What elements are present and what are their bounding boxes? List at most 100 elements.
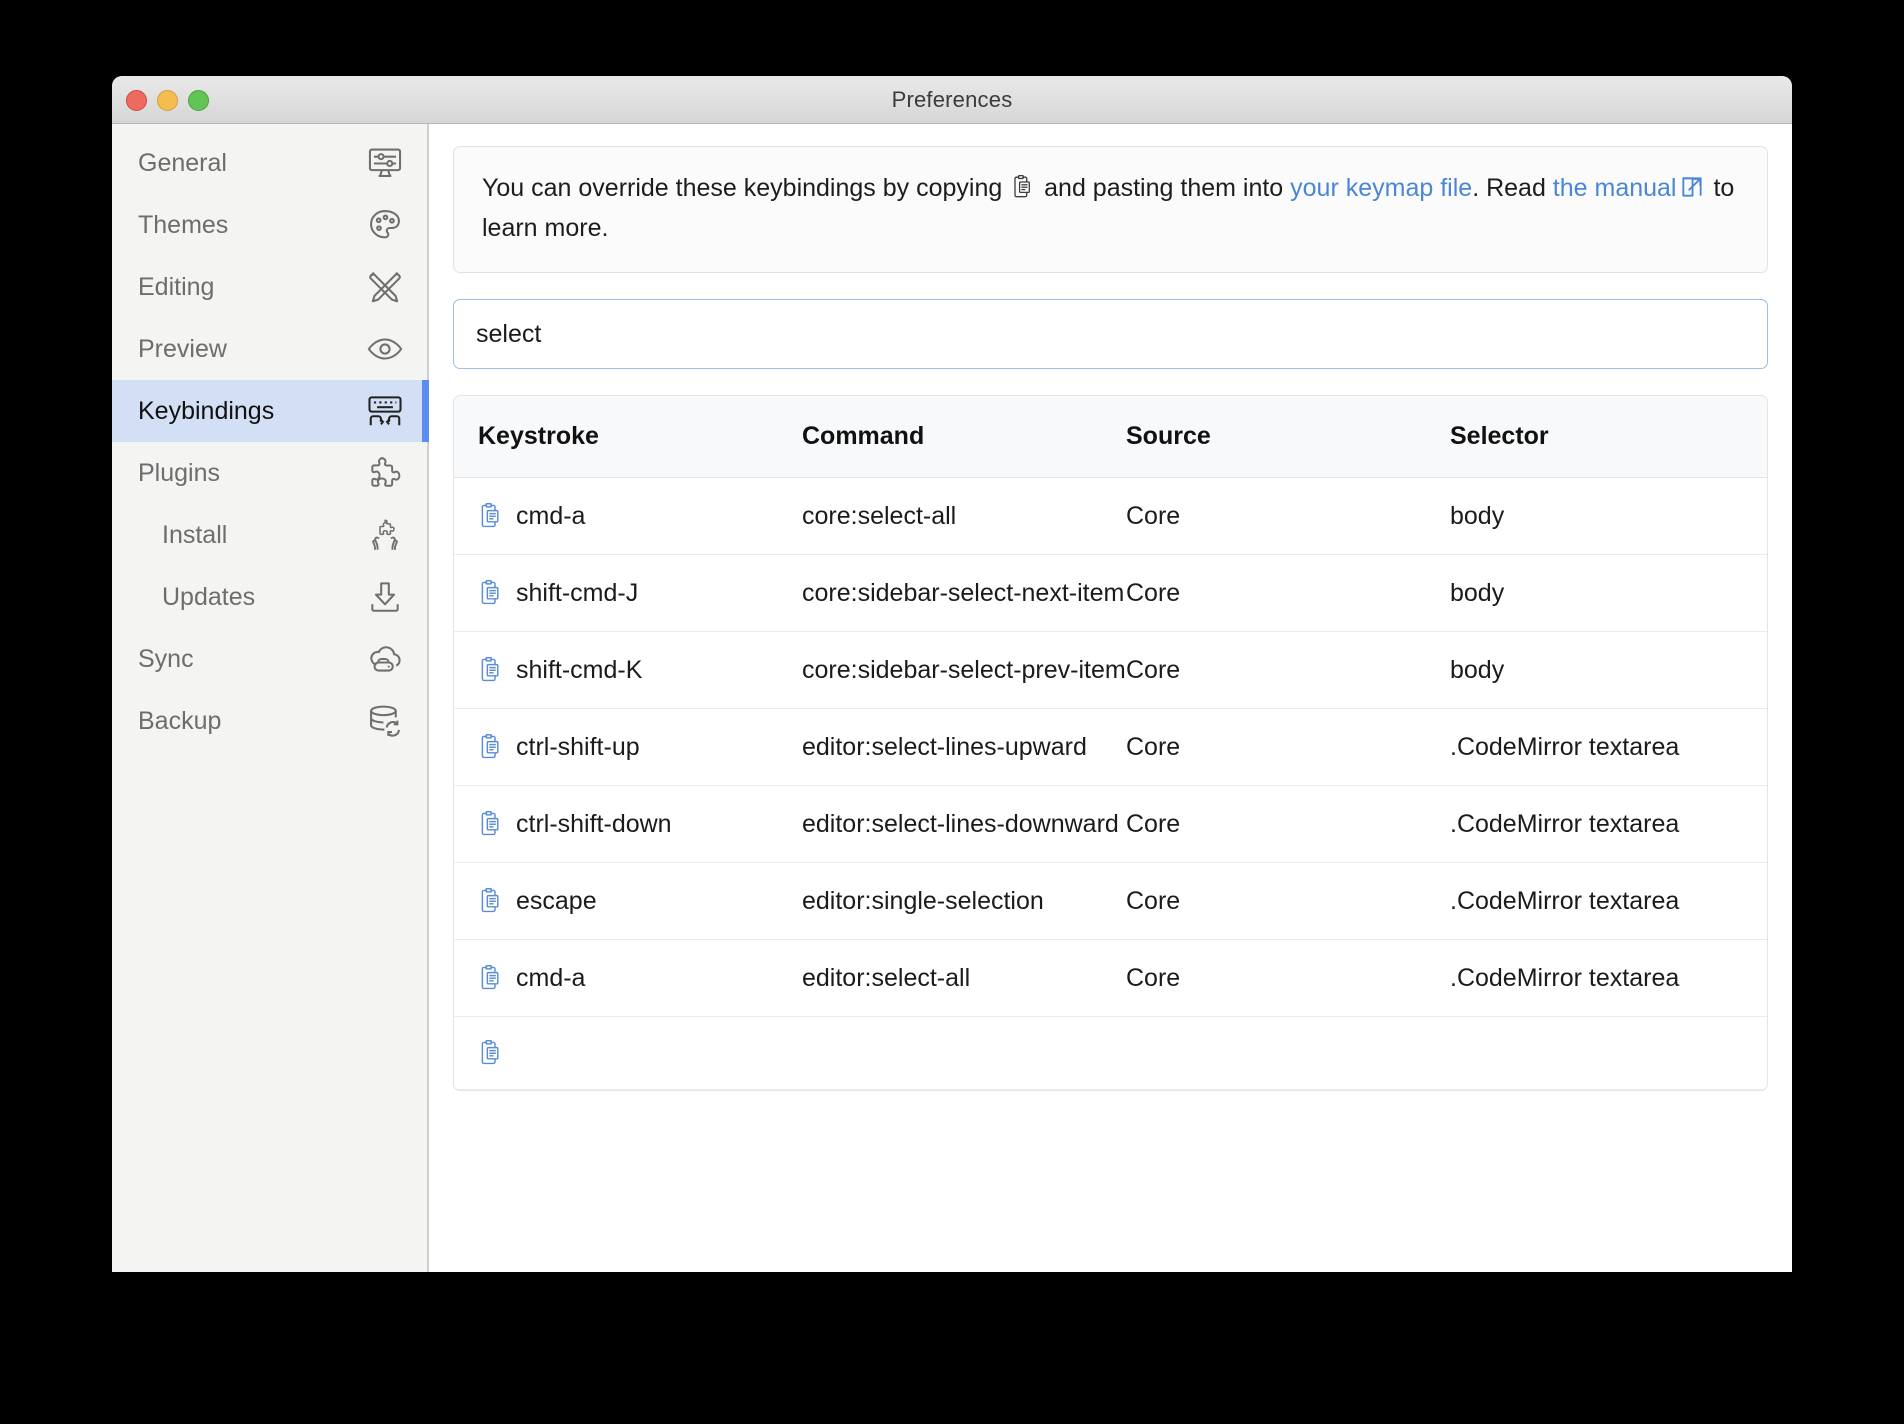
cell-command: editor:select-lines-upward: [802, 709, 1126, 786]
column-header-source[interactable]: Source: [1126, 396, 1450, 478]
database-refresh-icon: [365, 701, 405, 741]
sidebar-item-label: Keybindings: [138, 397, 274, 426]
keybindings-table-body: cmd-acore:select-allCorebodyshift-cmd-Jc…: [454, 478, 1767, 1090]
puzzle-hands-icon: [365, 515, 405, 555]
column-header-selector[interactable]: Selector: [1450, 396, 1767, 478]
eye-icon: [365, 329, 405, 369]
sidebar-item-updates[interactable]: Updates: [112, 566, 427, 628]
cell-selector: body: [1450, 555, 1767, 632]
sidebar-item-plugins[interactable]: Plugins: [112, 442, 427, 504]
keybindings-table-container: Keystroke Command Source Selector cmd-ac…: [453, 395, 1768, 1091]
preferences-sidebar: General Themes: [112, 124, 429, 1272]
keystroke-label: cmd-a: [516, 500, 585, 532]
cell-selector: .CodeMirror textarea: [1450, 940, 1767, 1017]
sidebar-item-label: Editing: [138, 273, 214, 302]
search-row: [453, 299, 1768, 369]
cell-command: core:select-all: [802, 478, 1126, 555]
monitor-sliders-icon: [365, 143, 405, 183]
cell-keystroke: [454, 1017, 802, 1090]
table-row[interactable]: [454, 1017, 1767, 1090]
manual-link[interactable]: the manual: [1553, 174, 1677, 202]
keystroke-label: ctrl-shift-down: [516, 808, 672, 840]
crossed-pens-icon: [365, 267, 405, 307]
keystroke-label: shift-cmd-J: [516, 577, 638, 609]
clipboard-copy-icon[interactable]: [478, 579, 504, 607]
table-header-row: Keystroke Command Source Selector: [454, 396, 1767, 478]
sidebar-item-sync[interactable]: Sync: [112, 628, 427, 690]
clipboard-copy-icon[interactable]: [478, 656, 504, 684]
column-header-command[interactable]: Command: [802, 396, 1126, 478]
keyboard-icon: [365, 391, 405, 431]
cell-source: Core: [1126, 555, 1450, 632]
sidebar-item-preview[interactable]: Preview: [112, 318, 427, 380]
clipboard-copy-icon[interactable]: [478, 502, 504, 530]
keystroke-label: ctrl-shift-up: [516, 731, 640, 763]
window-title: Preferences: [112, 76, 1792, 123]
cell-source: Core: [1126, 863, 1450, 940]
cell-selector: .CodeMirror textarea: [1450, 863, 1767, 940]
column-header-keystroke[interactable]: Keystroke: [454, 396, 802, 478]
external-link-icon[interactable]: [1679, 174, 1705, 211]
cell-keystroke: cmd-a: [454, 940, 802, 1017]
clipboard-copy-icon[interactable]: [478, 810, 504, 838]
cell-keystroke: shift-cmd-J: [454, 555, 802, 632]
keymap-file-link[interactable]: your keymap file: [1290, 174, 1472, 202]
cell-source: Core: [1126, 709, 1450, 786]
search-input[interactable]: [453, 299, 1768, 369]
cell-keystroke: ctrl-shift-up: [454, 709, 802, 786]
override-info-banner: You can override these keybindings by co…: [453, 146, 1768, 273]
sidebar-item-keybindings[interactable]: Keybindings: [112, 380, 427, 442]
table-row[interactable]: ctrl-shift-up editor:select-lines-upwardC…: [454, 709, 1767, 786]
table-row[interactable]: cmd-acore:select-allCorebody: [454, 478, 1767, 555]
sidebar-item-label: Themes: [138, 211, 228, 240]
cell-keystroke: ctrl-shift-down: [454, 786, 802, 863]
table-row[interactable]: shift-cmd-J core:sidebar-select-next-item…: [454, 555, 1767, 632]
cell-source: Core: [1126, 940, 1450, 1017]
download-icon: [365, 577, 405, 617]
cell-keystroke: cmd-a: [454, 478, 802, 555]
cell-source: Core: [1126, 786, 1450, 863]
cell-command: editor:single-selection: [802, 863, 1126, 940]
cell-selector: body: [1450, 632, 1767, 709]
banner-text-part-3: . Read: [1472, 174, 1553, 202]
cell-selector: [1450, 1017, 1767, 1090]
sidebar-item-install[interactable]: Install: [112, 504, 427, 566]
keystroke-label: shift-cmd-K: [516, 654, 642, 686]
keystroke-label: cmd-a: [516, 962, 585, 994]
sidebar-item-label: Updates: [162, 583, 255, 612]
window-controls: [126, 90, 209, 111]
cell-command: core:sidebar-select-next-item: [802, 555, 1126, 632]
table-row[interactable]: escape editor:single-selectionCore.CodeMi…: [454, 863, 1767, 940]
sidebar-item-label: Install: [162, 521, 227, 550]
clipboard-copy-icon[interactable]: [478, 733, 504, 761]
minimize-window-button[interactable]: [157, 90, 178, 111]
keybindings-table: Keystroke Command Source Selector cmd-ac…: [454, 396, 1767, 1090]
clipboard-copy-icon[interactable]: [478, 1039, 504, 1067]
puzzle-icon: [365, 453, 405, 493]
table-row[interactable]: ctrl-shift-downeditor:select-lines-downw…: [454, 786, 1767, 863]
clipboard-copy-icon[interactable]: [478, 887, 504, 915]
close-window-button[interactable]: [126, 90, 147, 111]
table-row[interactable]: shift-cmd-K core:sidebar-select-prev-item…: [454, 632, 1767, 709]
banner-text-part-1: You can override these keybindings by co…: [482, 174, 1009, 202]
sidebar-item-themes[interactable]: Themes: [112, 194, 427, 256]
sidebar-item-label: Plugins: [138, 459, 220, 488]
cell-command: [802, 1017, 1126, 1090]
keystroke-label: escape: [516, 885, 597, 917]
clipboard-copy-icon[interactable]: [478, 964, 504, 992]
sidebar-item-label: Backup: [138, 707, 221, 736]
table-row[interactable]: cmd-aeditor:select-allCore.CodeMirror te…: [454, 940, 1767, 1017]
sidebar-item-general[interactable]: General: [112, 132, 427, 194]
cell-source: Core: [1126, 632, 1450, 709]
cell-keystroke: escape: [454, 863, 802, 940]
sidebar-item-label: Preview: [138, 335, 227, 364]
cell-keystroke: shift-cmd-K: [454, 632, 802, 709]
sidebar-item-backup[interactable]: Backup: [112, 690, 427, 752]
cell-source: Core: [1126, 478, 1450, 555]
cell-source: [1126, 1017, 1450, 1090]
sidebar-item-editing[interactable]: Editing: [112, 256, 427, 318]
zoom-window-button[interactable]: [188, 90, 209, 111]
cloud-drive-icon: [365, 639, 405, 679]
cell-command: core:sidebar-select-prev-item: [802, 632, 1126, 709]
clipboard-copy-icon[interactable]: [1011, 174, 1035, 211]
